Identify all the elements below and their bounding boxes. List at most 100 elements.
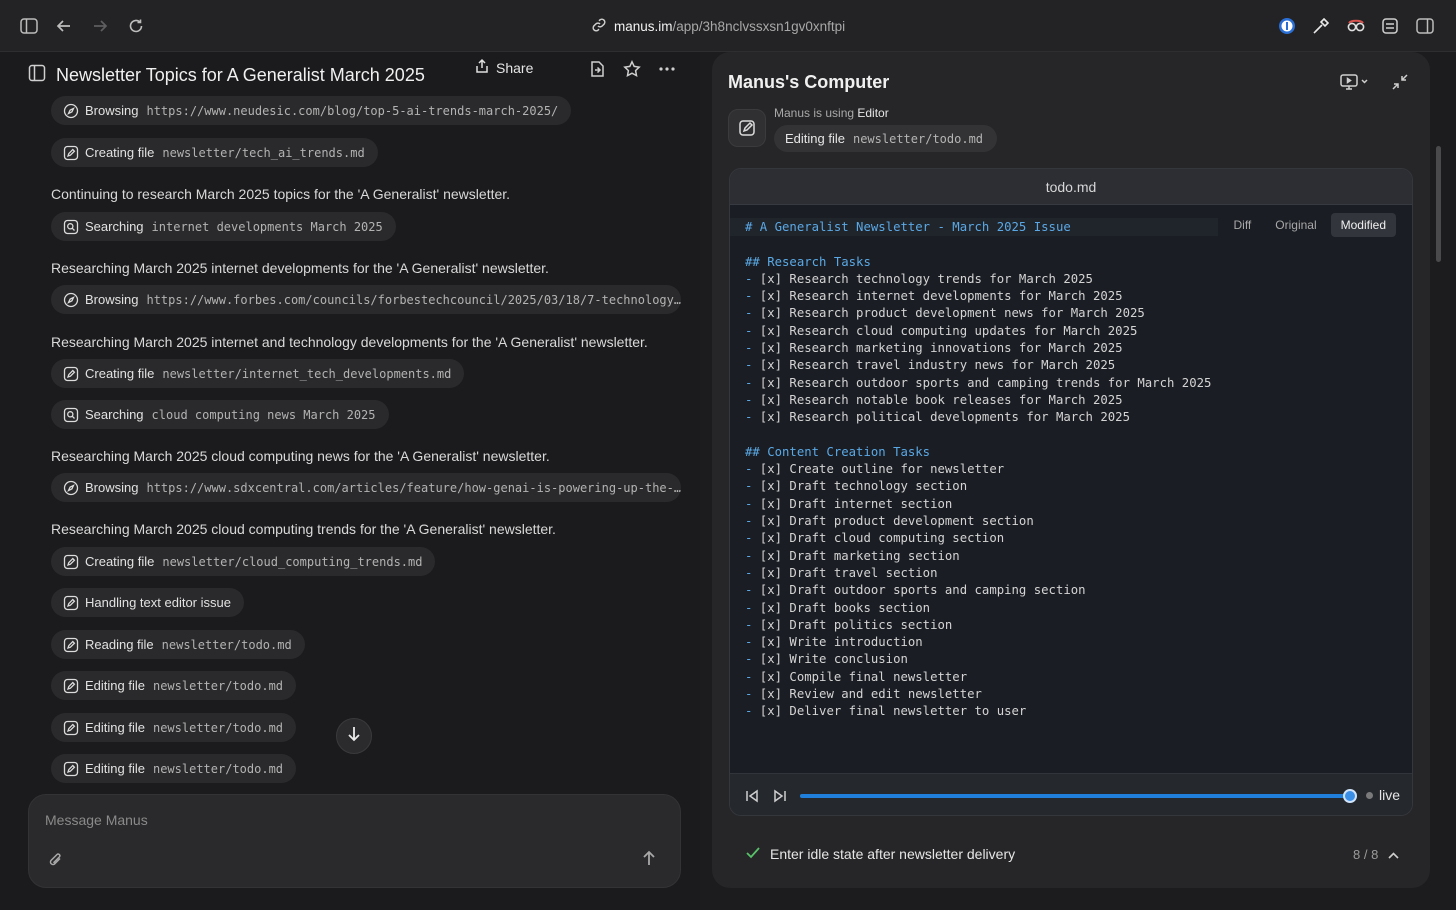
extension-glasses-icon[interactable] xyxy=(1344,14,1368,38)
extension-panel-icon[interactable] xyxy=(1378,14,1402,38)
address-bar[interactable]: manus.im/app/3h8nclvssxsn1gv0xnftpi xyxy=(592,17,845,35)
action-pill[interactable]: Searching internet developments March 202… xyxy=(51,212,396,241)
live-indicator[interactable]: live xyxy=(1366,787,1400,803)
task-line: - [x] Draft books section xyxy=(745,600,931,615)
screen-mode-dropdown[interactable] xyxy=(1336,70,1372,94)
eyedropper-icon[interactable] xyxy=(1309,14,1333,38)
skip-back-icon[interactable] xyxy=(742,786,762,806)
star-icon[interactable] xyxy=(621,58,643,80)
task-line: - [x] Draft technology section xyxy=(745,479,968,494)
action-pill[interactable]: Editing file newsletter/todo.md xyxy=(51,754,297,783)
arrow-down-icon xyxy=(347,726,361,747)
scroll-to-bottom-button[interactable] xyxy=(336,718,372,754)
computer-panel: Manus's Computer Manus is using Editor E… xyxy=(712,52,1430,888)
playback-handle[interactable] xyxy=(1343,789,1357,803)
tab-diff[interactable]: Diff xyxy=(1223,213,1261,237)
file-switch-icon[interactable] xyxy=(586,58,608,80)
action-arg: newsletter/tech_ai_trends.md xyxy=(162,145,365,160)
forward-arrow-icon[interactable] xyxy=(88,14,112,38)
edit-icon xyxy=(63,366,79,382)
action-arg: cloud computing news March 2025 xyxy=(151,407,376,422)
editor-scrollbar[interactable] xyxy=(1404,241,1410,809)
send-arrow-icon[interactable] xyxy=(641,849,665,873)
skip-forward-icon[interactable] xyxy=(770,786,790,806)
tab-original[interactable]: Original xyxy=(1265,213,1326,237)
action-arg: newsletter/cloud_computing_trends.md xyxy=(162,554,423,569)
link-icon xyxy=(592,17,606,35)
action-pill[interactable]: Creating file newsletter/internet_tech_de… xyxy=(51,359,465,388)
edit-icon xyxy=(63,761,79,777)
more-icon[interactable] xyxy=(656,58,678,80)
editor-body[interactable]: Diff Original Modified # A Generalist News… xyxy=(730,205,1412,773)
task-line: - [x] Draft travel section xyxy=(745,565,938,580)
share-button[interactable]: Share xyxy=(474,58,533,77)
action-pill[interactable]: Creating file newsletter/tech_ai_trends.m… xyxy=(51,138,378,167)
action-pill[interactable]: Reading file newsletter/todo.md xyxy=(51,630,305,659)
paperclip-icon[interactable] xyxy=(47,851,67,871)
task-line: - [x] Compile final newsletter xyxy=(745,669,968,684)
action-arg: https://www.sdxcentral.com/articles/feat… xyxy=(146,480,681,495)
file-editor: todo.md Diff Original Modified # A General… xyxy=(729,168,1413,816)
action-pill[interactable]: Searching cloud computing news March 2025 xyxy=(51,400,389,429)
action-pill[interactable]: Handling text editor issue xyxy=(51,588,244,617)
minimize-icon[interactable] xyxy=(1388,70,1412,94)
task-progress-toggle[interactable]: 8 / 8 xyxy=(1353,847,1399,862)
message-input[interactable]: Message Manus xyxy=(45,812,148,828)
search-icon xyxy=(63,219,79,235)
task-line: - [x] Research outdoor sports and campin… xyxy=(745,375,1212,390)
agent-message: Continuing to research March 2025 topics… xyxy=(51,186,511,202)
url-path: /app/3h8nclvssxsn1gv0xnftpi xyxy=(672,18,846,34)
task-line: - [x] Draft marketing section xyxy=(745,548,960,563)
agent-tool-name: Editor xyxy=(857,106,889,120)
task-line: - [x] Draft cloud computing section xyxy=(745,531,1005,546)
action-arg: https://www.neudesic.com/blog/top-5-ai-t… xyxy=(146,103,559,118)
action-label: Creating file xyxy=(85,366,155,381)
action-pill[interactable]: Browsing https://www.forbes.com/councils/… xyxy=(51,285,681,314)
panel-toggle-icon[interactable] xyxy=(28,64,46,87)
doc-title-line: # A Generalist Newsletter - March 2025 I… xyxy=(745,220,1071,234)
task-line: - [x] Draft product development section xyxy=(745,514,1034,529)
action-label: Editing file xyxy=(85,761,145,776)
edit-icon xyxy=(63,145,79,161)
action-label: Editing file xyxy=(85,720,145,735)
agent-message: Researching March 2025 internet and tech… xyxy=(51,334,648,350)
action-pill[interactable]: Browsing https://www.neudesic.com/blog/to… xyxy=(51,96,572,125)
sidebar-right-icon[interactable] xyxy=(1413,14,1437,38)
action-pill[interactable]: Editing file newsletter/todo.md xyxy=(51,671,297,700)
action-label: Browsing xyxy=(85,103,139,118)
action-pill[interactable]: Creating file newsletter/cloud_computing_… xyxy=(51,547,436,576)
action-arg: newsletter/todo.md xyxy=(852,131,984,146)
task-line: - [x] Research political developments fo… xyxy=(745,410,1130,425)
search-icon xyxy=(63,407,79,423)
reload-icon[interactable] xyxy=(124,14,148,38)
action-arg: newsletter/todo.md xyxy=(152,678,284,693)
playback-bar: live xyxy=(730,773,1412,815)
task-line: - [x] Research internet developments for… xyxy=(745,289,1123,304)
action-label: Browsing xyxy=(85,480,139,495)
action-arg: newsletter/todo.md xyxy=(161,637,292,652)
task-line: - [x] Research travel industry news for … xyxy=(745,358,1116,373)
action-arg: newsletter/todo.md xyxy=(152,761,284,776)
window-scrollbar[interactable] xyxy=(1436,146,1441,262)
activity-feed: Browsing https://www.neudesic.com/blog/to… xyxy=(51,96,691,786)
sidebar-toggle-icon[interactable] xyxy=(17,14,41,38)
action-label: Browsing xyxy=(85,292,139,307)
action-pill[interactable]: Editing file newsletter/todo.md xyxy=(51,713,297,742)
chat-pane: Newsletter Topics for A Generalist March… xyxy=(0,52,700,910)
back-arrow-icon[interactable] xyxy=(52,14,76,38)
action-label: Reading file xyxy=(85,637,154,652)
task-line: - [x] Research cloud computing updates f… xyxy=(745,323,1138,338)
action-pill[interactable]: Browsing https://www.sdxcentral.com/artic… xyxy=(51,473,681,502)
tab-modified[interactable]: Modified xyxy=(1330,213,1396,237)
task-line: - [x] Research technology trends for Mar… xyxy=(745,271,1093,286)
file-name: todo.md xyxy=(730,169,1412,205)
playback-slider[interactable] xyxy=(800,789,1357,803)
globe-icon xyxy=(63,103,79,119)
edit-icon xyxy=(63,720,79,736)
section-heading: ## Content Creation Tasks xyxy=(745,444,931,459)
task-line: - [x] Create outline for newsletter xyxy=(745,462,1005,477)
globe-icon xyxy=(63,480,79,496)
password-manager-icon[interactable] xyxy=(1275,14,1299,38)
message-composer[interactable]: Message Manus xyxy=(28,794,681,888)
